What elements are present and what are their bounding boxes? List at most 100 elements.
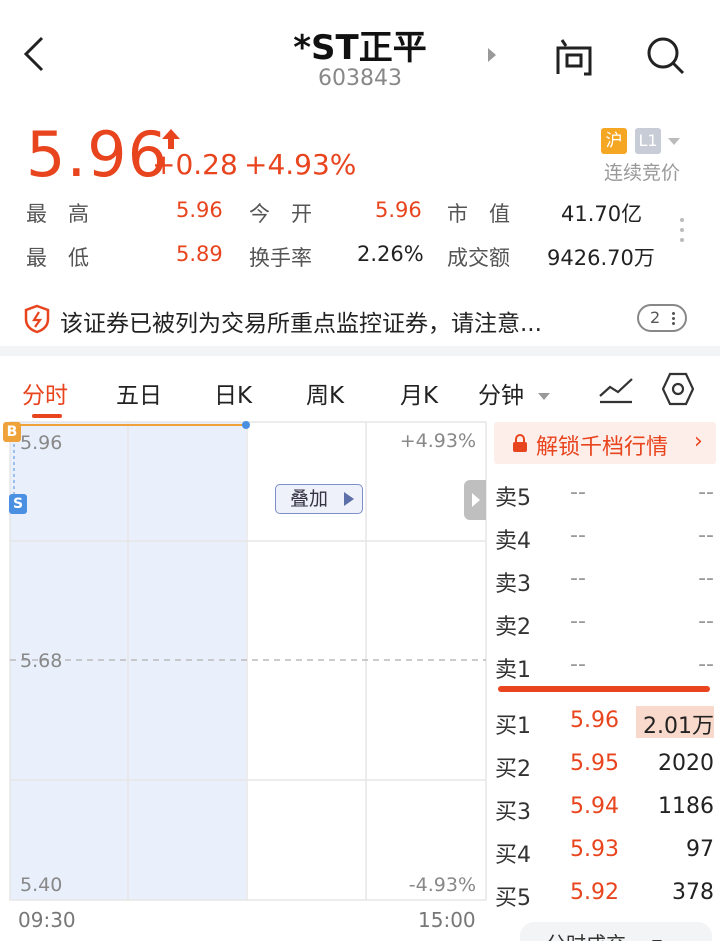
ask-question-icon[interactable]: [552, 34, 596, 78]
bid-volume: 2020: [658, 751, 714, 776]
ask-label: 卖4: [495, 529, 531, 554]
notice-text: 该证券已被列为交易所重点监控证券，请注意...: [60, 311, 542, 337]
bid-row: 买5 5.92 378: [490, 874, 720, 914]
intraday-trades-label[interactable]: 分时成交: [546, 928, 626, 941]
order-book: 解锁千档行情 › 卖5 -- -- 卖4 -- -- 卖3 -- -- 卖2 -…: [490, 420, 720, 941]
lock-icon: [513, 434, 527, 452]
chevron-right-icon: ›: [694, 429, 703, 454]
more-vertical-icon: [672, 312, 675, 327]
ask-price: --: [570, 480, 586, 505]
pct-axis-top: +4.93%: [399, 430, 476, 452]
bid-label: 买5: [495, 886, 531, 911]
ask-row: 卖3 -- --: [490, 560, 720, 600]
unlock-depth-label: 解锁千档行情: [536, 435, 669, 460]
tab-monthly-k[interactable]: 月K: [400, 376, 438, 410]
stock-name: *ST正平: [293, 28, 427, 68]
risk-notice[interactable]: 该证券已被列为交易所重点监控证券，请注意... 2: [0, 296, 720, 344]
tab-intraday[interactable]: 分时: [22, 376, 68, 410]
bid-row: 买3 5.94 1186: [490, 788, 720, 828]
bid-row: 买4 5.93 97: [490, 831, 720, 871]
up-arrow-icon: [162, 129, 180, 149]
bid-volume: 97: [686, 837, 714, 862]
bid-volume: 1186: [658, 794, 714, 819]
market-badge: 沪: [601, 128, 627, 154]
notice-count-badge[interactable]: 2: [637, 304, 687, 332]
open-value: 5.96: [375, 198, 422, 222]
amount-value: 9426.70万: [547, 246, 655, 270]
high-value: 5.96: [176, 198, 223, 222]
chart-canvas: [9, 421, 487, 901]
chevron-down-icon[interactable]: [538, 393, 550, 400]
market-cap-value: 41.70亿: [561, 202, 643, 226]
bid-price: 5.96: [570, 708, 619, 733]
ask-label: 卖1: [495, 658, 531, 683]
high-label: 最 高: [26, 202, 89, 226]
next-stock-icon[interactable]: [488, 48, 496, 62]
section-divider: [0, 346, 720, 356]
last-price-dot: [242, 421, 250, 429]
ask-volume: --: [698, 566, 714, 591]
x-axis-start: 09:30: [18, 908, 76, 932]
ask-row: 卖1 -- --: [490, 646, 720, 686]
ask-volume: --: [698, 523, 714, 548]
turnover-label: 换手率: [249, 246, 312, 270]
tab-daily-k[interactable]: 日K: [214, 376, 252, 410]
bid-label: 买3: [495, 800, 531, 825]
ask-label: 卖5: [495, 486, 531, 511]
bid-label: 买4: [495, 843, 531, 868]
indicator-line-icon[interactable]: [598, 374, 634, 404]
unlock-depth-button[interactable]: 解锁千档行情 ›: [494, 422, 716, 464]
pct-axis-bottom: -4.93%: [408, 874, 476, 896]
ask-volume: --: [698, 652, 714, 677]
ask-row: 卖4 -- --: [490, 517, 720, 557]
turnover-value: 2.26%: [357, 242, 424, 266]
shield-alert-icon: [24, 304, 50, 334]
open-label: 今 开: [249, 202, 312, 226]
low-value: 5.89: [176, 242, 223, 266]
bid-price: 5.94: [570, 794, 619, 819]
buy-marker[interactable]: B: [3, 422, 21, 442]
ask-price: --: [570, 652, 586, 677]
amount-label: 成交额: [447, 246, 510, 270]
ask-volume: --: [698, 609, 714, 634]
y-axis-bottom: 5.40: [20, 874, 63, 896]
more-stats-icon[interactable]: [680, 218, 684, 248]
bid-volume: 2.01万: [643, 714, 714, 739]
ask-price: --: [570, 609, 586, 634]
bid-price: 5.93: [570, 837, 619, 862]
search-icon[interactable]: [644, 34, 688, 78]
intraday-chart[interactable]: B S 5.96 5.68 5.40 +4.93% -4.93% 09:30 1…: [0, 420, 490, 941]
stock-code: 603843: [318, 66, 402, 91]
settings-hex-icon[interactable]: [662, 372, 694, 406]
level-badge[interactable]: L1: [635, 128, 661, 154]
market-cap-label: 市 值: [447, 202, 510, 226]
bid-price: 5.92: [570, 880, 619, 905]
y-axis-mid: 5.68: [20, 650, 63, 672]
bid-label: 买1: [495, 714, 531, 739]
overlay-button[interactable]: 叠加: [275, 484, 363, 514]
bid-price: 5.95: [570, 751, 619, 776]
notice-count: 2: [650, 308, 661, 327]
ask-label: 卖2: [495, 615, 531, 640]
ask-price: --: [570, 566, 586, 591]
sell-marker[interactable]: S: [9, 494, 27, 514]
bid-volume: 378: [672, 880, 714, 905]
last-price: 5.96: [26, 118, 169, 191]
bid-row: 买2 5.95 2020: [490, 745, 720, 785]
ask-row: 卖2 -- --: [490, 603, 720, 643]
tab-five-day[interactable]: 五日: [116, 376, 162, 410]
price-change-percent: +4.93%: [244, 148, 357, 181]
tab-minute[interactable]: 分钟: [478, 376, 524, 410]
chevron-down-icon[interactable]: [668, 138, 680, 145]
expand-panel-handle[interactable]: [464, 480, 486, 520]
bid-row: 买1 5.96 2.01万: [490, 702, 720, 742]
low-label: 最 低: [26, 246, 89, 270]
ask-volume: --: [698, 480, 714, 505]
bid-label: 买2: [495, 757, 531, 782]
ask-label: 卖3: [495, 572, 531, 597]
tab-weekly-k[interactable]: 周K: [306, 376, 344, 410]
ask-row: 卖5 -- --: [490, 474, 720, 514]
active-tab-indicator: [32, 414, 62, 418]
price-change: +0.28: [152, 148, 238, 181]
x-axis-end: 15:00: [418, 908, 476, 932]
